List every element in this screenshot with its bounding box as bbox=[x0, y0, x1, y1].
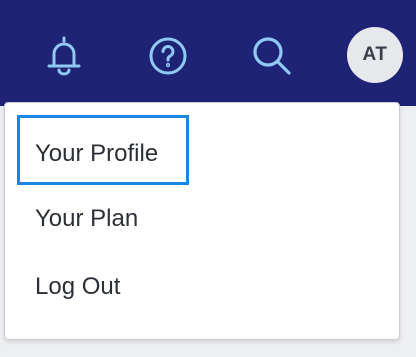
help-button[interactable] bbox=[140, 28, 196, 84]
search-icon bbox=[250, 34, 294, 78]
help-circle-icon bbox=[147, 35, 189, 77]
menu-item-your-profile[interactable]: Your Profile bbox=[35, 139, 158, 169]
menu-item-log-out[interactable]: Log Out bbox=[35, 272, 120, 302]
avatar-initials: AT bbox=[362, 44, 388, 65]
user-menu-dropdown: Your Profile Your Plan Log Out bbox=[4, 102, 400, 340]
bell-icon bbox=[44, 34, 84, 78]
top-navigation-bar: AT bbox=[0, 0, 416, 106]
menu-item-your-plan[interactable]: Your Plan bbox=[35, 204, 138, 234]
user-avatar-button[interactable]: AT bbox=[347, 27, 403, 83]
notifications-button[interactable] bbox=[36, 28, 92, 84]
search-button[interactable] bbox=[244, 28, 300, 84]
